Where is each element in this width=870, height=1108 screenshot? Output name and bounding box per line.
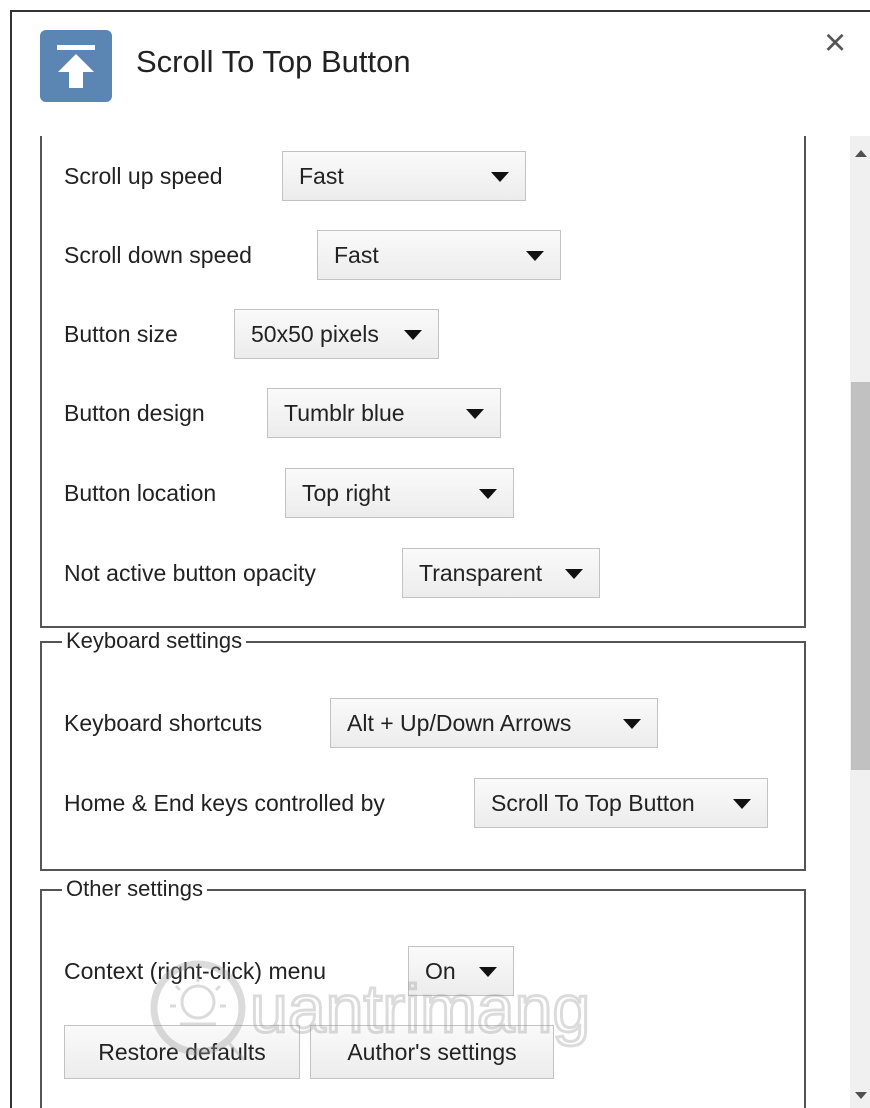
button-location-label: Button location bbox=[64, 480, 217, 506]
context-menu-label: Context (right-click) menu bbox=[64, 958, 327, 984]
context-menu-select[interactable]: On bbox=[408, 946, 514, 996]
chevron-down-icon bbox=[479, 967, 497, 977]
button-size-label: Button size bbox=[64, 321, 178, 347]
scroll-up-speed-label: Scroll up speed bbox=[64, 163, 223, 189]
keyboard-settings-legend: Keyboard settings bbox=[62, 628, 247, 654]
button-size-value: 50x50 pixels bbox=[251, 321, 379, 347]
chevron-down-icon bbox=[623, 719, 641, 729]
button-opacity-label: Not active button opacity bbox=[64, 560, 316, 586]
other-settings-group: Other settings Context (right-click) men… bbox=[40, 876, 806, 1108]
other-settings-legend: Other settings bbox=[62, 876, 207, 902]
settings-content: Scroll up speed Fast Scroll down speed F… bbox=[12, 136, 870, 1108]
scroll-down-speed-label: Scroll down speed bbox=[64, 242, 252, 268]
context-menu-value: On bbox=[425, 958, 456, 984]
button-design-label: Button design bbox=[64, 400, 205, 426]
chevron-down-icon bbox=[466, 409, 484, 419]
scroll-up-speed-select[interactable]: Fast bbox=[282, 151, 526, 201]
window-title: Scroll To Top Button bbox=[136, 44, 411, 79]
home-end-keys-label: Home & End keys controlled by bbox=[64, 790, 385, 816]
scroll-up-speed-value: Fast bbox=[299, 163, 344, 189]
keyboard-shortcuts-label: Keyboard shortcuts bbox=[64, 710, 263, 736]
extension-options-window: Scroll To Top Button × Scroll up speed F… bbox=[10, 10, 870, 1108]
chevron-down-icon bbox=[404, 330, 422, 340]
general-settings-group: Scroll up speed Fast Scroll down speed F… bbox=[40, 136, 806, 628]
button-location-select[interactable]: Top right bbox=[285, 468, 514, 518]
chevron-down-icon bbox=[565, 569, 583, 579]
button-location-value: Top right bbox=[302, 480, 391, 506]
scroll-down-arrow-icon[interactable] bbox=[850, 1084, 870, 1108]
chevron-down-icon bbox=[479, 489, 497, 499]
restore-defaults-button[interactable]: Restore defaults bbox=[64, 1025, 300, 1079]
scroll-down-speed-value: Fast bbox=[334, 242, 379, 268]
scroll-down-speed-select[interactable]: Fast bbox=[317, 230, 561, 280]
button-design-value: Tumblr blue bbox=[284, 400, 405, 426]
scrollbar-thumb[interactable] bbox=[851, 382, 870, 770]
authors-settings-button[interactable]: Author's settings bbox=[310, 1025, 554, 1079]
keyboard-shortcuts-select[interactable]: Alt + Up/Down Arrows bbox=[330, 698, 658, 748]
window-header: Scroll To Top Button × bbox=[12, 12, 870, 136]
close-icon[interactable]: × bbox=[824, 24, 846, 62]
home-end-keys-value: Scroll To Top Button bbox=[491, 790, 695, 816]
button-opacity-select[interactable]: Transparent bbox=[402, 548, 600, 598]
chevron-down-icon bbox=[491, 172, 509, 182]
keyboard-settings-group: Keyboard settings Keyboard shortcuts Alt… bbox=[40, 628, 806, 871]
button-size-select[interactable]: 50x50 pixels bbox=[234, 309, 439, 359]
scroll-to-top-icon bbox=[40, 30, 112, 102]
keyboard-shortcuts-value: Alt + Up/Down Arrows bbox=[347, 710, 572, 736]
chevron-down-icon bbox=[733, 799, 751, 809]
scroll-up-arrow-icon[interactable] bbox=[850, 136, 870, 176]
vertical-scrollbar[interactable] bbox=[850, 136, 870, 1108]
chevron-down-icon bbox=[526, 251, 544, 261]
button-opacity-value: Transparent bbox=[419, 560, 543, 586]
home-end-keys-select[interactable]: Scroll To Top Button bbox=[474, 778, 768, 828]
button-design-select[interactable]: Tumblr blue bbox=[267, 388, 501, 438]
